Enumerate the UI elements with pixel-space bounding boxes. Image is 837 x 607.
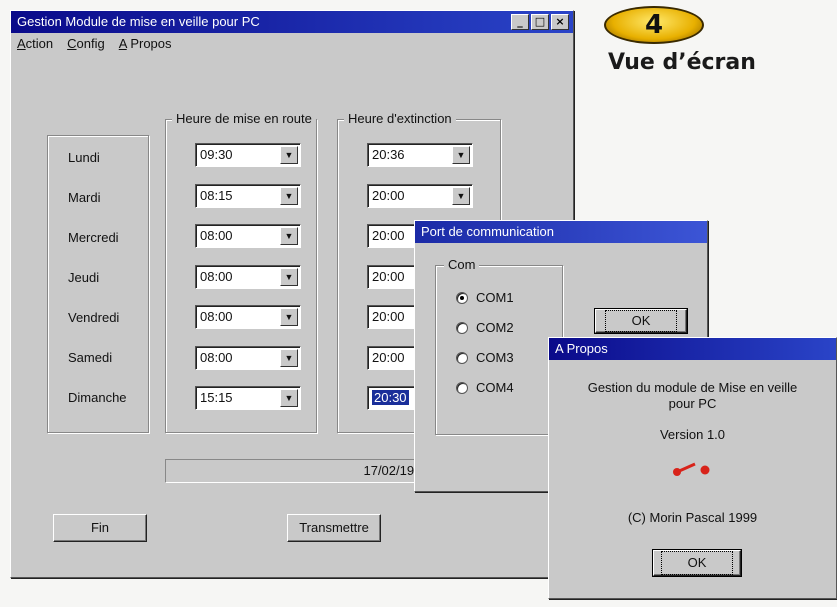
day-label-dimanche: Dimanche <box>68 390 127 405</box>
com2-label: COM2 <box>476 320 514 335</box>
start-time-mardi[interactable]: 08:15 ▼ <box>195 184 301 208</box>
toggle-switch-icon <box>671 458 715 478</box>
start-time-value: 08:00 <box>200 228 233 243</box>
com4-label: COM4 <box>476 380 514 395</box>
about-dialog: A Propos Gestion du module de Mise en ve… <box>548 337 837 599</box>
about-ok-button[interactable]: OK <box>652 549 742 577</box>
screen-title: Vue d’écran <box>608 50 756 75</box>
start-time-lundi[interactable]: 09:30 ▼ <box>195 143 301 167</box>
stop-time-value: 20:36 <box>372 147 405 162</box>
com1-label: COM1 <box>476 290 514 305</box>
start-time-group-label: Heure de mise en route <box>172 111 316 126</box>
start-time-value: 08:00 <box>200 309 233 324</box>
transmettre-button[interactable]: Transmettre <box>287 514 381 542</box>
start-time-samedi[interactable]: 08:00 ▼ <box>195 346 301 370</box>
about-dialog-title-bar[interactable]: A Propos <box>549 338 836 360</box>
start-time-mercredi[interactable]: 08:00 ▼ <box>195 224 301 248</box>
about-copyright: (C) Morin Pascal 1999 <box>627 510 758 525</box>
start-time-value: 08:00 <box>200 269 233 284</box>
menu-a-propos[interactable]: A Propos <box>119 33 172 55</box>
day-label-mercredi: Mercredi <box>68 230 119 245</box>
dropdown-arrow-icon[interactable]: ▼ <box>280 227 298 245</box>
step-number-badge: 4 <box>604 6 704 44</box>
dropdown-arrow-icon[interactable]: ▼ <box>452 187 470 205</box>
dropdown-arrow-icon[interactable]: ▼ <box>452 146 470 164</box>
day-label-mardi: Mardi <box>68 190 101 205</box>
start-time-dimanche[interactable]: 15:15 ▼ <box>195 386 301 410</box>
main-title-bar[interactable]: Gestion Module de mise en veille pour PC… <box>11 11 573 33</box>
com-group: Com COM1 COM2 COM3 COM4 <box>435 257 563 435</box>
dropdown-arrow-icon[interactable]: ▼ <box>280 187 298 205</box>
stop-time-value: 20:00 <box>372 188 405 203</box>
com-group-label: Com <box>444 257 480 272</box>
port-dialog-title: Port de communication <box>421 224 554 239</box>
port-dialog-title-bar[interactable]: Port de communication <box>415 221 707 243</box>
start-time-value: 08:00 <box>200 350 233 365</box>
com4-radio[interactable]: COM4 <box>456 380 514 395</box>
stop-time-lundi[interactable]: 20:36 ▼ <box>367 143 473 167</box>
dropdown-arrow-icon[interactable]: ▼ <box>280 308 298 326</box>
stop-time-value: 20:00 <box>372 269 405 284</box>
about-description: Gestion du module de Mise en veille pour… <box>549 380 836 412</box>
radio-icon[interactable] <box>456 351 468 364</box>
com1-radio[interactable]: COM1 <box>456 290 514 305</box>
com3-radio[interactable]: COM3 <box>456 350 514 365</box>
radio-icon[interactable] <box>456 321 468 334</box>
about-version: Version 1.0 <box>659 427 726 442</box>
days-group: Lundi Mardi Mercredi Jeudi Vendredi Same… <box>47 135 149 433</box>
stop-time-value: 20:00 <box>372 228 405 243</box>
dropdown-arrow-icon[interactable]: ▼ <box>280 349 298 367</box>
dropdown-arrow-icon[interactable]: ▼ <box>280 389 298 407</box>
step-number: 4 <box>644 10 664 40</box>
dropdown-arrow-icon[interactable]: ▼ <box>280 146 298 164</box>
maximize-button[interactable]: □ <box>531 14 549 30</box>
dropdown-arrow-icon[interactable]: ▼ <box>280 268 298 286</box>
start-time-vendredi[interactable]: 08:00 ▼ <box>195 305 301 329</box>
fin-button[interactable]: Fin <box>53 514 147 542</box>
com2-radio[interactable]: COM2 <box>456 320 514 335</box>
about-dialog-title: A Propos <box>555 341 608 356</box>
stop-time-value: 20:00 <box>372 309 405 324</box>
radio-icon[interactable] <box>456 381 468 394</box>
stop-time-value-selected: 20:30 <box>372 390 409 405</box>
menu-action[interactable]: Action <box>17 33 53 55</box>
stop-time-value: 20:00 <box>372 350 405 365</box>
close-button[interactable]: × <box>551 14 569 30</box>
start-time-value: 08:15 <box>200 188 233 203</box>
radio-selected-icon[interactable] <box>456 291 468 304</box>
port-ok-button[interactable]: OK <box>594 308 688 334</box>
day-label-vendredi: Vendredi <box>68 310 120 325</box>
menu-config[interactable]: Config <box>67 33 105 55</box>
menu-bar: Action Config A Propos <box>11 33 573 55</box>
start-time-jeudi[interactable]: 08:00 ▼ <box>195 265 301 289</box>
start-time-value: 15:15 <box>200 390 233 405</box>
stop-time-mardi[interactable]: 20:00 ▼ <box>367 184 473 208</box>
start-time-value: 09:30 <box>200 147 233 162</box>
stop-time-group-label: Heure d'extinction <box>344 111 456 126</box>
port-ok-label: OK <box>604 310 678 332</box>
minimize-button[interactable]: _ <box>511 14 529 30</box>
main-window-title: Gestion Module de mise en veille pour PC <box>17 14 260 29</box>
about-ok-label: OK <box>660 551 734 575</box>
day-label-jeudi: Jeudi <box>68 270 100 285</box>
day-label-lundi: Lundi <box>68 150 100 165</box>
about-line-1: Gestion du module de Mise en veille <box>587 380 798 395</box>
day-label-samedi: Samedi <box>68 350 113 365</box>
com3-label: COM3 <box>476 350 514 365</box>
about-line-2: pour PC <box>668 396 717 411</box>
